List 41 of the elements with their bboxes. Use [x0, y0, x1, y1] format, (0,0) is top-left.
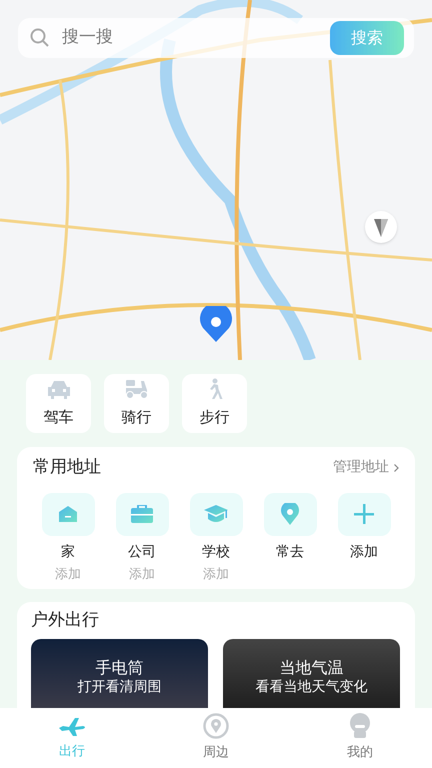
add-hint: 添加 [55, 566, 81, 582]
feature-subtitle: 看看当地天气变化 [256, 678, 368, 696]
scooter-icon [124, 378, 150, 400]
location-pin-icon [281, 503, 299, 525]
location-icon [203, 713, 229, 740]
travel-mode-button[interactable]: 步行 [182, 374, 247, 433]
address-button[interactable] [116, 492, 168, 536]
address-button[interactable] [42, 492, 94, 536]
feature-card[interactable]: 当地气温 看看当地天气变化 [223, 639, 400, 709]
address-button[interactable] [264, 492, 316, 536]
chevron-right-icon [394, 464, 399, 472]
house-icon [59, 506, 77, 522]
graduation-cap-icon [204, 505, 228, 523]
address-label: 公司 [128, 544, 156, 560]
compass-icon [374, 217, 388, 237]
feature-card[interactable]: 手电筒 打开看清周围 [31, 639, 208, 709]
address-label: 学校 [202, 544, 230, 560]
add-hint: 添加 [129, 566, 155, 582]
tab[interactable]: 周边 [144, 708, 288, 768]
search-icon [30, 28, 50, 48]
user-icon [349, 713, 371, 740]
travel-mode-button[interactable]: 驾车 [26, 374, 91, 433]
feature-title: 当地气温 [280, 658, 344, 678]
section-title: 常用地址 [33, 456, 101, 479]
briefcase-icon [131, 505, 153, 523]
car-icon [46, 378, 72, 400]
feature-title: 手电筒 [96, 658, 144, 678]
address-label: 添加 [350, 544, 378, 560]
manage-address-link[interactable]: 管理地址 [333, 457, 399, 478]
section-title: 户外出行 [31, 608, 100, 632]
plus-icon [354, 504, 374, 524]
address-label: 家 [61, 544, 75, 560]
compass-button[interactable] [365, 211, 397, 243]
add-hint: 添加 [203, 566, 229, 582]
address-button[interactable] [190, 492, 242, 536]
travel-mode-button[interactable]: 骑行 [104, 374, 169, 433]
tab[interactable]: 我的 [288, 708, 432, 768]
feature-subtitle: 打开看清周围 [78, 678, 162, 696]
address-button[interactable] [338, 492, 390, 536]
address-label: 常去 [276, 544, 304, 560]
location-pin-icon [198, 306, 234, 342]
